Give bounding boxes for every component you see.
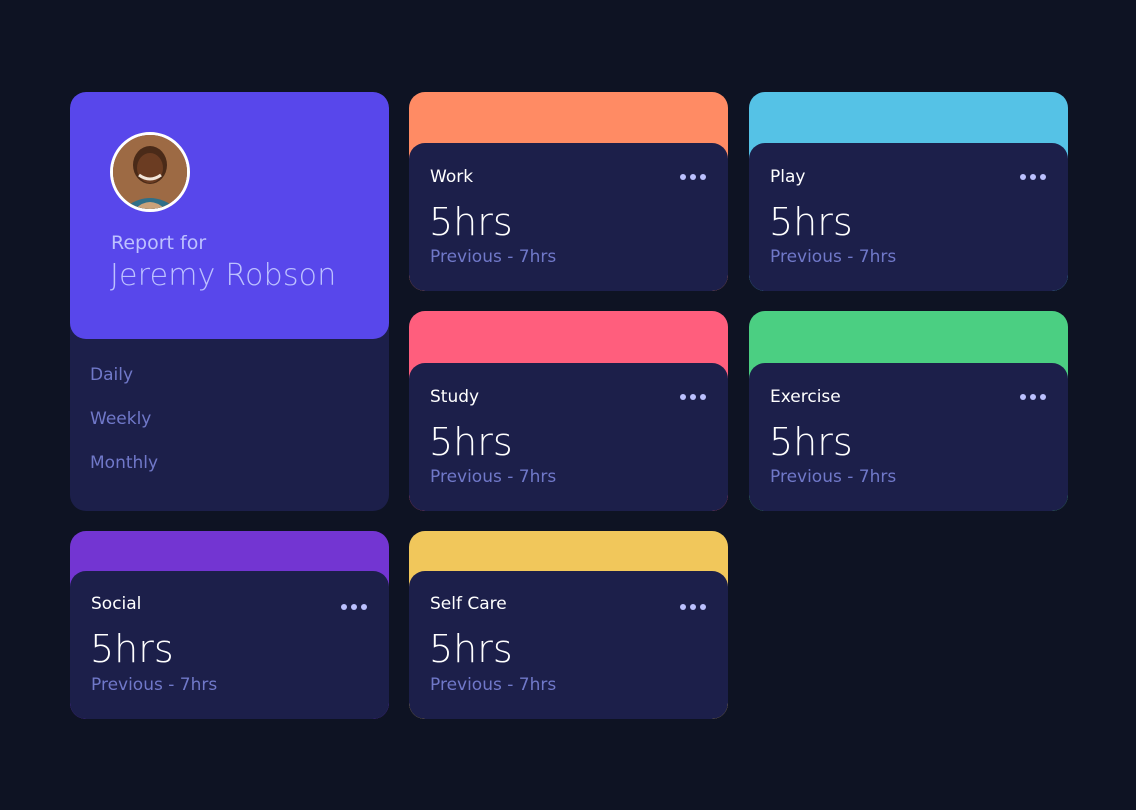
card-title: Play	[770, 167, 806, 187]
card-social: Social 5hrs Previous - 7hrs	[70, 531, 389, 719]
card-self-care: Self Care 5hrs Previous - 7hrs	[409, 531, 728, 719]
profile-card: Report for Jeremy Robson Daily Weekly Mo…	[70, 92, 389, 511]
ellipsis-icon[interactable]	[341, 603, 369, 611]
card-self-care-body: Self Care 5hrs Previous - 7hrs	[409, 571, 728, 719]
card-hours: 5hrs	[769, 420, 853, 464]
period-monthly[interactable]: Monthly	[90, 452, 158, 474]
card-previous: Previous - 7hrs	[770, 467, 897, 487]
ellipsis-icon[interactable]	[1020, 173, 1048, 181]
avatar-photo-icon	[113, 135, 187, 209]
card-previous: Previous - 7hrs	[430, 675, 557, 695]
period-daily[interactable]: Daily	[90, 364, 158, 386]
card-hours: 5hrs	[429, 420, 513, 464]
report-for-label: Report for	[111, 232, 207, 254]
ellipsis-icon[interactable]	[1020, 393, 1048, 401]
ellipsis-icon[interactable]	[680, 393, 708, 401]
card-work-body: Work 5hrs Previous - 7hrs	[409, 143, 728, 291]
card-social-body: Social 5hrs Previous - 7hrs	[70, 571, 389, 719]
card-title: Exercise	[770, 387, 841, 407]
card-hours: 5hrs	[90, 627, 174, 671]
card-previous: Previous - 7hrs	[430, 247, 557, 267]
ellipsis-icon[interactable]	[680, 173, 708, 181]
ellipsis-icon[interactable]	[680, 603, 708, 611]
user-name: Jeremy Robson	[110, 258, 337, 293]
period-weekly[interactable]: Weekly	[90, 408, 158, 430]
card-exercise: Exercise 5hrs Previous - 7hrs	[749, 311, 1068, 511]
period-selector: Daily Weekly Monthly	[90, 364, 158, 474]
card-previous: Previous - 7hrs	[430, 467, 557, 487]
card-title: Social	[91, 594, 142, 614]
card-study: Study 5hrs Previous - 7hrs	[409, 311, 728, 511]
card-play-body: Play 5hrs Previous - 7hrs	[749, 143, 1068, 291]
card-exercise-body: Exercise 5hrs Previous - 7hrs	[749, 363, 1068, 511]
card-previous: Previous - 7hrs	[91, 675, 218, 695]
card-hours: 5hrs	[769, 200, 853, 244]
card-study-body: Study 5hrs Previous - 7hrs	[409, 363, 728, 511]
card-title: Work	[430, 167, 474, 187]
card-previous: Previous - 7hrs	[770, 247, 897, 267]
profile-header: Report for Jeremy Robson	[70, 92, 389, 339]
card-work: Work 5hrs Previous - 7hrs	[409, 92, 728, 291]
card-hours: 5hrs	[429, 200, 513, 244]
card-title: Study	[430, 387, 480, 407]
card-title: Self Care	[430, 594, 507, 614]
card-hours: 5hrs	[429, 627, 513, 671]
avatar	[110, 132, 190, 212]
card-play: Play 5hrs Previous - 7hrs	[749, 92, 1068, 291]
